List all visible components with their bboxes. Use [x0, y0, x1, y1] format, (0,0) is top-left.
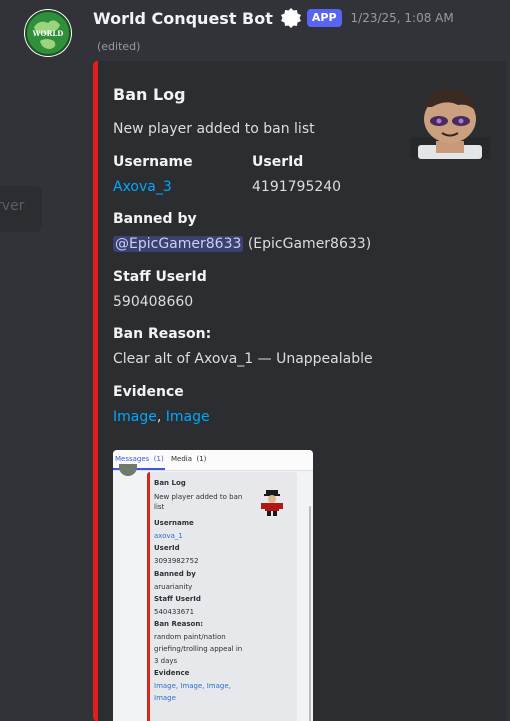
- evidence-link[interactable]: Image: [113, 409, 157, 425]
- embed-description: New player added to ban list: [113, 121, 315, 137]
- field-ban-reason-value: Clear alt of Axova_1 — Unappealable: [113, 351, 373, 367]
- embed-accent-bar: [93, 61, 98, 721]
- preview-reason-line: griefing/trolling appeal in: [154, 645, 243, 653]
- banned-by-username: (EpicGamer8633): [247, 236, 372, 252]
- preview-banned-by-label: Banned by: [154, 570, 196, 578]
- player-avatar-thumbnail[interactable]: [410, 83, 490, 159]
- preview-avatar: [119, 464, 137, 476]
- field-staff-userid-value: 590408660: [113, 294, 194, 310]
- evidence-separator: ,: [156, 409, 166, 425]
- preview-staff-userid-label: Staff UserId: [154, 595, 201, 603]
- ban-log-embed: Ban Log New player added to ban list Use…: [93, 61, 507, 721]
- field-banned-by-value: @EpicGamer8633 (EpicGamer8633): [113, 236, 371, 252]
- preview-username-label: Username: [154, 519, 194, 527]
- preview-desc-line: New player added to ban: [154, 493, 243, 501]
- preview-tab-messages: Messages (1): [115, 455, 164, 463]
- bot-avatar[interactable]: WORLD: [24, 9, 72, 57]
- embed-title: Ban Log: [113, 85, 186, 104]
- preview-evidence-links: Image, Image, Image,: [154, 682, 231, 690]
- preview-userid-label: UserId: [154, 544, 180, 552]
- field-username-label: Username: [113, 154, 193, 170]
- preview-player-icon: [261, 490, 283, 516]
- user-mention[interactable]: @EpicGamer8633: [113, 236, 244, 252]
- message-timestamp[interactable]: 1/23/25, 1:08 AM: [351, 11, 454, 25]
- field-banned-by-label: Banned by: [113, 211, 197, 227]
- evidence-image-preview[interactable]: Messages (1) Media (1) Ban Log New playe…: [113, 450, 313, 721]
- preview-banned-by-value: aruarianity: [154, 583, 193, 591]
- preview-scrollbar: [309, 506, 311, 721]
- world-conquest-globe-icon: WORLD: [25, 10, 71, 56]
- edited-label: (edited): [97, 40, 141, 53]
- preview-tab-media: Media (1): [171, 455, 207, 463]
- preview-evidence-label: Evidence: [154, 669, 190, 677]
- preview-staff-userid-value: 540433671: [154, 608, 195, 616]
- verified-badge-icon: [280, 8, 301, 28]
- svg-text:WORLD: WORLD: [32, 29, 64, 38]
- preview-accent-bar: [147, 472, 150, 721]
- field-userid-label: UserId: [252, 154, 304, 170]
- preview-evidence-links: Image: [154, 694, 176, 702]
- preview-username-value: axova_1: [154, 532, 183, 540]
- preview-embed: Ban Log New player added to ban list Use…: [147, 472, 297, 721]
- field-evidence-label: Evidence: [113, 384, 184, 400]
- preview-desc-line: list: [154, 503, 165, 511]
- preview-ban-reason-label: Ban Reason:: [154, 620, 204, 628]
- field-ban-reason-label: Ban Reason:: [113, 326, 212, 342]
- preview-title: Ban Log: [154, 479, 186, 487]
- preview-reason-line: 3 days: [154, 657, 178, 665]
- background-channel-item: rver: [0, 186, 42, 232]
- field-staff-userid-label: Staff UserId: [113, 269, 207, 285]
- preview-reason-line: random paint/nation: [154, 633, 226, 641]
- app-badge: APP: [306, 9, 342, 27]
- field-evidence-value: Image, Image: [113, 409, 210, 425]
- author-name[interactable]: World Conquest Bot: [93, 9, 273, 28]
- field-username-link[interactable]: Axova_3: [113, 179, 172, 195]
- preview-tab-bar: Messages (1) Media (1): [113, 450, 313, 471]
- evidence-link[interactable]: Image: [166, 409, 210, 425]
- preview-userid-value: 3093982752: [154, 557, 199, 565]
- field-userid-value: 4191795240: [252, 179, 342, 195]
- message-header: World Conquest Bot APP 1/23/25, 1:08 AM: [93, 6, 454, 30]
